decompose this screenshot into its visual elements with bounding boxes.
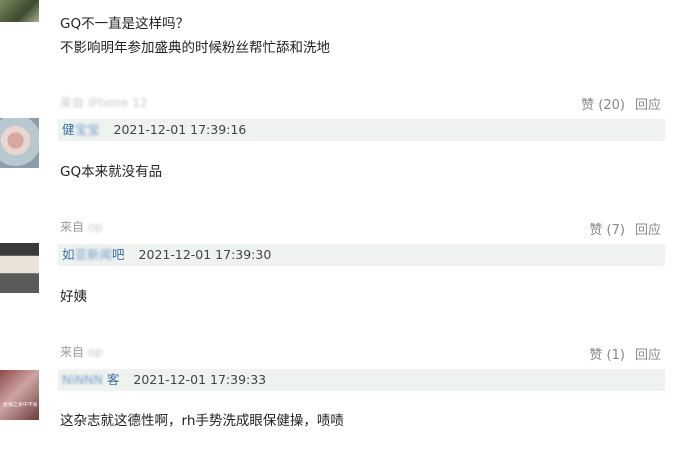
like-button[interactable]: 赞 (7) (589, 223, 625, 238)
comment-actions: 赞 (20) 回应 (581, 94, 661, 113)
username-link[interactable]: NiNNN 客 (62, 372, 119, 387)
comment-source: 来自 op (60, 343, 103, 360)
comment-meta: 健宝宝 2021-12-01 17:39:16 (58, 119, 665, 141)
user-avatar-icon[interactable] (0, 0, 39, 22)
comment-actions: 赞 (1) 回应 (589, 344, 661, 363)
source-prefix: 来自 (60, 220, 88, 234)
comment-text: 不影响明年参加盛典的时候粉丝帮忙舔和洗地 (60, 40, 330, 56)
reply-button[interactable]: 回应 (635, 223, 661, 238)
comment-source: 来自 op (60, 218, 103, 235)
like-button[interactable]: 赞 (20) (581, 98, 625, 113)
source-device: op (87, 345, 103, 359)
like-button[interactable]: 赞 (1) (589, 348, 625, 363)
comment-time: 2021-12-01 17:39:33 (133, 372, 267, 387)
comment-meta: NiNNN 客 2021-12-01 17:39:33 (58, 369, 665, 391)
comment-time: 2021-12-01 17:39:16 (113, 122, 247, 137)
comment-time: 2021-12-01 17:39:30 (138, 247, 272, 262)
comment-text: GQ不一直是这样吗？ (60, 16, 190, 32)
comment-text: 好姨 (60, 289, 87, 305)
username-link[interactable]: 如亚新闻吧 (62, 247, 125, 262)
comment-text: 这杂志就这德性啊，rh手势洗成眼保健操，啧啧 (60, 413, 344, 429)
reply-button[interactable]: 回应 (635, 98, 661, 113)
comment-source: 来自 iPhone 12 (60, 94, 147, 111)
source-prefix: 来自 (60, 345, 88, 359)
source-device: op (87, 220, 103, 234)
user-avatar-icon[interactable]: 愿我之余中不受苦 (0, 370, 39, 420)
comment-actions: 赞 (7) 回应 (589, 219, 661, 238)
username-link[interactable]: 健宝宝 (62, 122, 100, 137)
source-device: iPhone 12 (87, 96, 148, 110)
comment-text: GQ本来就没有品 (60, 164, 163, 180)
source-prefix: 来自 (60, 96, 88, 110)
comment-meta: 如亚新闻吧 2021-12-01 17:39:30 (58, 244, 665, 266)
reply-button[interactable]: 回应 (635, 348, 661, 363)
user-avatar-icon[interactable] (0, 118, 39, 168)
user-avatar-icon[interactable] (0, 243, 39, 293)
avatar-caption: 愿我之余中不受苦 (3, 402, 37, 408)
